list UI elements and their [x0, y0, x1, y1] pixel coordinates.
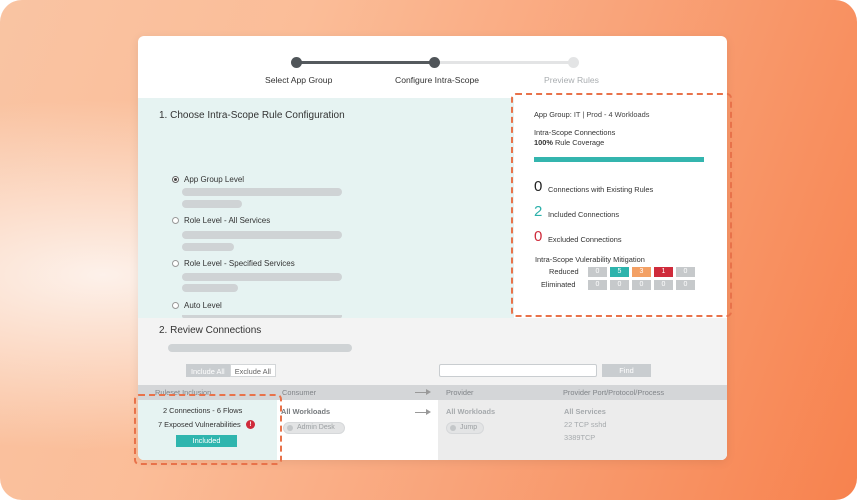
placeholder-line [182, 273, 342, 281]
placeholder-line [182, 243, 234, 251]
consumer-value: All Workloads [281, 407, 331, 416]
placeholder-line [182, 284, 238, 292]
radio-button[interactable] [172, 302, 179, 309]
table-row-provider-cell: All Workloads Jump All Services 22 TCP s… [438, 400, 727, 460]
step-2-label[interactable]: Configure Intra-Scope [395, 75, 479, 85]
provider-value: All Workloads [446, 407, 496, 416]
option-label[interactable]: Role Level - Specified Services [184, 259, 295, 268]
step-2-dot[interactable] [429, 57, 440, 68]
option-label[interactable]: Role Level - All Services [184, 216, 270, 225]
include-all-button[interactable]: Include All [186, 364, 230, 377]
placeholder-line [168, 344, 352, 352]
provider-label-tag[interactable]: Jump [446, 422, 484, 434]
port-value: 3389TCP [564, 433, 596, 442]
placeholder-line [182, 231, 342, 239]
summary-highlight [511, 93, 732, 317]
tag-dot-icon [287, 425, 293, 431]
arrow-right-icon-head [426, 409, 431, 415]
stepper-line-complete [296, 61, 435, 64]
arrow-right-icon-head [426, 389, 431, 395]
col-provider[interactable]: Provider [446, 388, 474, 397]
step-3-dot[interactable] [568, 57, 579, 68]
section-title: 2. Review Connections [159, 325, 262, 336]
radio-button[interactable] [172, 260, 179, 267]
step-3-label[interactable]: Preview Rules [544, 75, 599, 85]
col-consumer[interactable]: Consumer [282, 388, 316, 397]
ruleset-highlight [134, 394, 282, 465]
option-label[interactable]: Auto Level [184, 301, 222, 310]
find-button[interactable]: Find [602, 364, 651, 377]
inclusion-toggle-group: Include All Exclude All [186, 364, 276, 377]
consumer-label-tag[interactable]: Admin Desk [283, 422, 345, 434]
tag-dot-icon [450, 425, 456, 431]
service-value: All Services [564, 407, 606, 416]
stepper-line-pending [435, 61, 574, 64]
section-title: 1. Choose Intra-Scope Rule Configuration [159, 110, 345, 121]
step-1-dot[interactable] [291, 57, 302, 68]
step-1-label[interactable]: Select App Group [265, 75, 332, 85]
tag-label: Jump [460, 424, 478, 431]
tag-label: Admin Desk [297, 424, 335, 431]
col-provider-port[interactable]: Provider Port/Protocol/Process [563, 388, 664, 397]
stepper: Select App Group Configure Intra-Scope P… [138, 36, 727, 98]
search-input[interactable] [439, 364, 597, 377]
placeholder-line [182, 188, 342, 196]
radio-button[interactable] [172, 176, 179, 183]
table-row-consumer-cell: All Workloads Admin Desk [277, 400, 438, 460]
port-value: 22 TCP sshd [564, 420, 607, 429]
option-label[interactable]: App Group Level [184, 175, 244, 184]
placeholder-line [182, 200, 242, 208]
exclude-all-button[interactable]: Exclude All [229, 364, 276, 377]
radio-button[interactable] [172, 217, 179, 224]
